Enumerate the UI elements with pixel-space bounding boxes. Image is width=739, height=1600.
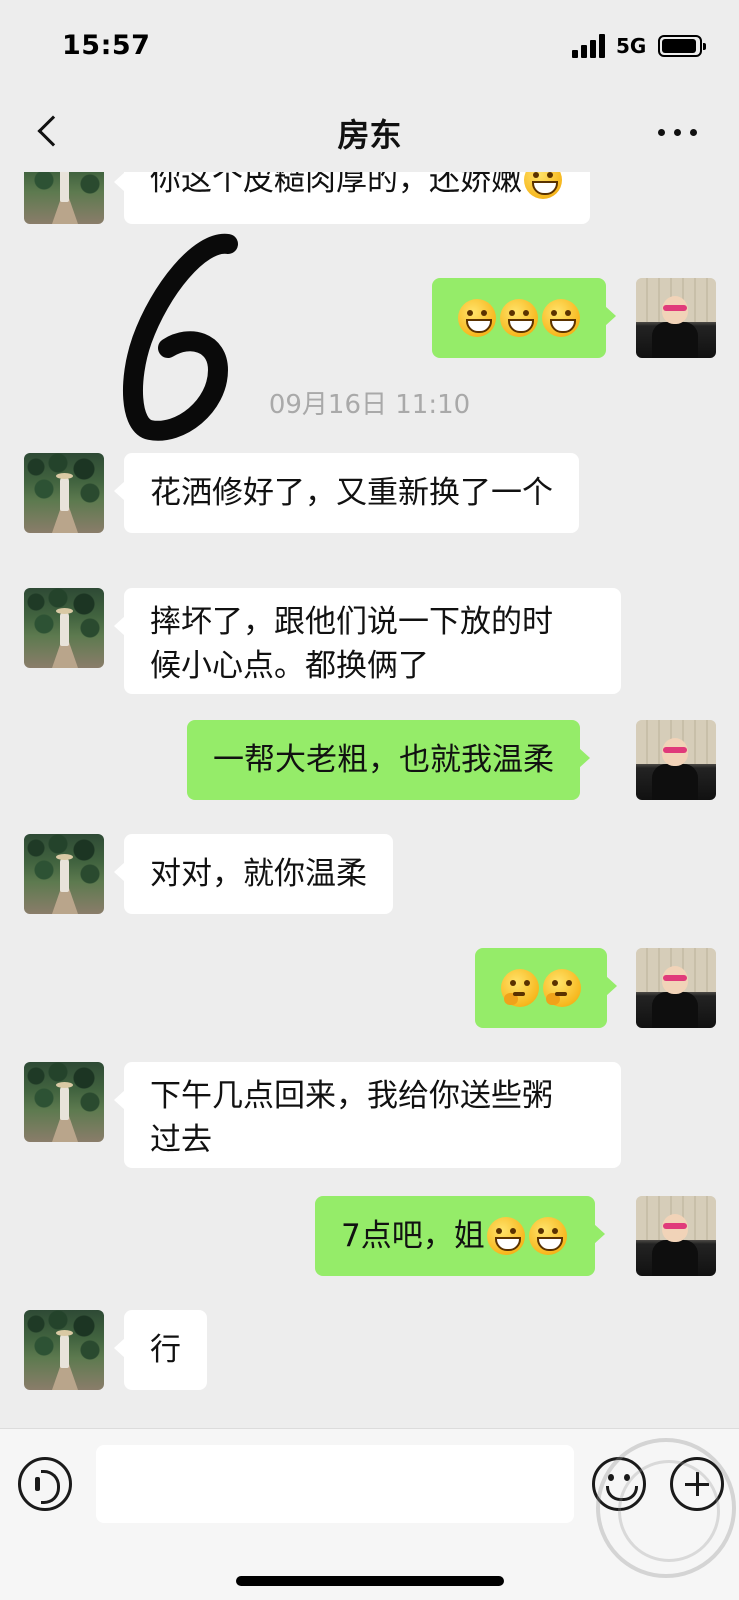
home-indicator[interactable]	[236, 1576, 504, 1586]
watermark-seal	[596, 1438, 736, 1578]
landlord-avatar[interactable]	[24, 1062, 104, 1142]
my-avatar[interactable]	[636, 720, 716, 800]
emoji-icon	[524, 172, 562, 199]
message-bubble-incoming[interactable]: 下午几点回来，我给你送些粥 过去	[114, 1062, 621, 1168]
more-icon	[658, 129, 665, 136]
message-text: 你这个皮糙肉厚的，还娇嫩	[150, 172, 522, 198]
message-bubble-incoming[interactable]: 摔坏了，跟他们说一下放的时 候小心点。都换俩了	[114, 588, 621, 694]
landlord-avatar[interactable]	[24, 1310, 104, 1390]
landlord-avatar[interactable]	[24, 834, 104, 914]
message-text: 行	[150, 1332, 181, 1368]
signal-icon	[572, 34, 606, 58]
landlord-avatar[interactable]	[24, 453, 104, 533]
message-timestamp: 09月16日 11:10	[268, 390, 471, 420]
chat-title: 房东	[337, 116, 402, 154]
my-avatar[interactable]	[636, 948, 716, 1028]
chat-header: 房东	[0, 90, 739, 172]
thinking-emoji-icon	[501, 968, 539, 1007]
message-bubble-outgoing[interactable]	[432, 278, 616, 358]
landlord-avatar[interactable]	[24, 172, 104, 224]
message-text-line: 候小心点。都换俩了	[150, 648, 429, 684]
message-bubble-outgoing[interactable]: 7点吧，姐	[315, 1196, 605, 1276]
thinking-emoji-icon	[543, 968, 581, 1007]
message-text: 对对，就你温柔	[150, 856, 367, 892]
message-text: 7点吧，姐	[341, 1218, 485, 1254]
message-input[interactable]	[96, 1445, 574, 1523]
message-bubble-incoming[interactable]: 对对，就你温柔	[114, 834, 393, 914]
my-avatar[interactable]	[636, 1196, 716, 1276]
grin-emoji-icon	[542, 298, 580, 337]
message-bubble-incoming[interactable]: 花洒修好了，又重新换了一个	[114, 453, 579, 533]
grin-emoji-icon	[486, 1216, 525, 1255]
message-bubble-outgoing[interactable]	[475, 948, 617, 1028]
grin-emoji-icon	[500, 298, 538, 337]
wechat-chat-screen: 15:57 5G 房东 你这个皮糙肉厚的，还娇嫩 09月16日 11:10 花洒…	[0, 0, 739, 1600]
status-bar: 15:57 5G	[0, 0, 739, 90]
message-text-line: 过去	[150, 1122, 212, 1158]
message-text-line: 摔坏了，跟他们说一下放的时	[150, 604, 553, 640]
message-text: 一帮大老粗，也就我温柔	[213, 742, 554, 778]
message-text: 花洒修好了，又重新换了一个	[150, 475, 553, 511]
message-list[interactable]: 你这个皮糙肉厚的，还娇嫩 09月16日 11:10 花洒修好了，又重新换了一个 …	[0, 172, 739, 1428]
message-bubble-incoming[interactable]: 你这个皮糙肉厚的，还娇嫩	[114, 172, 590, 224]
more-button[interactable]	[654, 126, 702, 140]
grin-emoji-icon	[458, 298, 496, 337]
message-text-line: 下午几点回来，我给你送些粥	[150, 1078, 553, 1114]
status-time: 15:57	[62, 30, 151, 61]
message-bubble-incoming[interactable]: 行	[114, 1310, 207, 1390]
battery-icon	[658, 35, 706, 57]
landlord-avatar[interactable]	[24, 588, 104, 668]
message-bubble-outgoing[interactable]: 一帮大老粗，也就我温柔	[187, 720, 590, 800]
my-avatar[interactable]	[636, 278, 716, 358]
grin-emoji-icon	[528, 1216, 567, 1255]
voice-icon[interactable]	[18, 1457, 72, 1511]
network-type: 5G	[616, 34, 647, 58]
